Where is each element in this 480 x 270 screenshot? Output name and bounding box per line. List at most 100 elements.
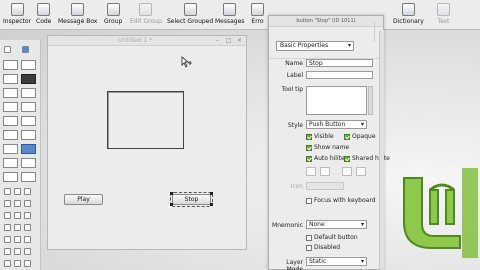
default-button-checkbox[interactable]: Default button <box>306 234 358 241</box>
button-tool[interactable] <box>3 60 18 70</box>
align-left-icon[interactable] <box>306 167 316 176</box>
tooltip-scrollbar[interactable] <box>368 86 373 115</box>
code-button[interactable]: Code <box>36 1 51 29</box>
radio-tool[interactable] <box>21 88 36 98</box>
table-field-tool[interactable] <box>3 130 18 140</box>
slider-tool[interactable] <box>21 158 36 168</box>
align-center-icon[interactable] <box>320 167 330 176</box>
align-justify-icon[interactable] <box>356 167 366 176</box>
player-tool[interactable] <box>21 172 36 182</box>
name-field[interactable]: Stop <box>306 59 373 67</box>
focus-with-keyboard-checkbox[interactable]: Focus with keyboard <box>306 197 376 204</box>
mnemonic-value: None <box>309 221 325 228</box>
image-tool[interactable] <box>3 172 18 182</box>
bucket-tool[interactable] <box>24 224 31 231</box>
chevron-down-icon: ▾ <box>347 42 351 49</box>
tooltip-field[interactable] <box>306 86 367 115</box>
progress-bar-tool[interactable] <box>3 158 18 168</box>
eraser-tool[interactable] <box>4 236 11 243</box>
visible-text: Visible <box>314 133 334 140</box>
checkbox-icon <box>306 144 312 151</box>
layer-mode-value: Static <box>309 258 327 265</box>
show-name-checkbox[interactable]: Show name <box>306 144 349 151</box>
align-right-icon[interactable] <box>342 167 352 176</box>
pointer-tool[interactable] <box>4 46 11 53</box>
messages-icon <box>223 3 237 16</box>
combo-box-tool[interactable] <box>21 102 36 112</box>
edit-group-icon <box>139 3 153 16</box>
inspector-scrollbar[interactable] <box>379 30 384 270</box>
group-button[interactable]: Group <box>104 1 122 29</box>
layer-mode-label: Layer Mode <box>286 259 303 270</box>
selection-handle[interactable] <box>210 192 213 195</box>
magnify-tool[interactable] <box>24 248 31 255</box>
select-grouped-button[interactable]: Select Grouped <box>167 1 213 29</box>
label-field[interactable] <box>306 71 373 79</box>
auto-hilite-checkbox[interactable]: Auto hilite <box>306 155 345 162</box>
messages-button[interactable]: Messages <box>215 1 244 29</box>
field-tool[interactable] <box>3 74 18 84</box>
selection-handle[interactable] <box>170 192 173 195</box>
disabled-checkbox[interactable]: Disabled <box>306 244 340 251</box>
brush-tool[interactable] <box>4 224 11 231</box>
maximize-icon[interactable]: □ <box>226 37 232 44</box>
oval-tool[interactable] <box>24 188 31 195</box>
opaque-checkbox[interactable]: Opaque <box>344 133 376 140</box>
color-chip-tool[interactable] <box>4 260 11 267</box>
play-button[interactable]: Play <box>64 194 103 205</box>
select-tool[interactable] <box>24 236 31 243</box>
layer-mode-dropdown[interactable]: Static ▾ <box>306 257 367 266</box>
stack-titlebar[interactable]: Untitled 1 * – □ × <box>48 36 246 46</box>
list-field-tool[interactable] <box>3 116 18 126</box>
close-icon[interactable]: × <box>237 37 242 44</box>
style-value: Push Button <box>309 121 346 128</box>
lasso-tool[interactable] <box>4 248 11 255</box>
eyedropper-tool[interactable] <box>14 236 21 243</box>
scrolling-field-tool[interactable] <box>21 116 36 126</box>
round-rect-tool[interactable] <box>14 188 21 195</box>
pencil-tool[interactable] <box>24 212 31 219</box>
pattern-chip-tool[interactable] <box>14 260 21 267</box>
tab-panel-tool[interactable] <box>3 144 18 154</box>
curve-tool[interactable] <box>24 200 31 207</box>
edit-group-button[interactable]: Edit Group <box>130 1 162 29</box>
label-tool[interactable] <box>3 88 18 98</box>
style-dropdown[interactable]: Push Button ▾ <box>306 120 367 129</box>
stop-button[interactable]: Stop <box>170 192 213 207</box>
scrollbar-tool[interactable] <box>21 144 36 154</box>
polygon-tool[interactable] <box>4 200 11 207</box>
selection-handle[interactable] <box>210 203 213 206</box>
errors-button[interactable]: Erro <box>251 1 264 29</box>
checkbox-icon <box>306 155 312 162</box>
message-box-icon <box>71 3 85 16</box>
text-tool[interactable] <box>14 248 21 255</box>
chevron-down-icon: ▾ <box>360 221 364 228</box>
checkbox-icon <box>306 234 312 241</box>
dictionary-button[interactable]: Dictionary <box>393 1 424 29</box>
line-tool[interactable] <box>14 200 21 207</box>
visible-checkbox[interactable]: Visible <box>306 133 334 140</box>
checkbox-tool[interactable] <box>21 74 36 84</box>
data-grid-tool[interactable] <box>21 130 36 140</box>
regular-polygon-tool[interactable] <box>4 212 11 219</box>
chevron-down-icon: ▾ <box>360 258 364 265</box>
selection-handle[interactable] <box>170 203 173 206</box>
focus-text: Focus with keyboard <box>314 197 376 204</box>
minimize-icon[interactable]: – <box>216 37 219 44</box>
section-selector[interactable]: Basic Properties ▾ <box>276 41 354 51</box>
spray-tool[interactable] <box>14 224 21 231</box>
option-menu-tool[interactable] <box>3 102 18 112</box>
disabled-text: Disabled <box>314 244 341 251</box>
edit-tool[interactable] <box>22 46 29 53</box>
rectangle-tool[interactable] <box>4 188 11 195</box>
text-field[interactable] <box>107 91 184 149</box>
icon-field[interactable] <box>306 182 344 190</box>
mnemonic-dropdown[interactable]: None ▾ <box>306 220 367 229</box>
test-button[interactable]: Test <box>437 1 450 29</box>
message-box-button[interactable]: Message Box <box>58 1 97 29</box>
default-button-tool[interactable] <box>21 60 36 70</box>
line-size-tool[interactable] <box>24 260 31 267</box>
freehand-tool[interactable] <box>14 212 21 219</box>
inspector-button[interactable]: Inspector <box>3 1 31 29</box>
inspector-title[interactable]: button "Stop" (ID 1011) <box>269 16 383 27</box>
